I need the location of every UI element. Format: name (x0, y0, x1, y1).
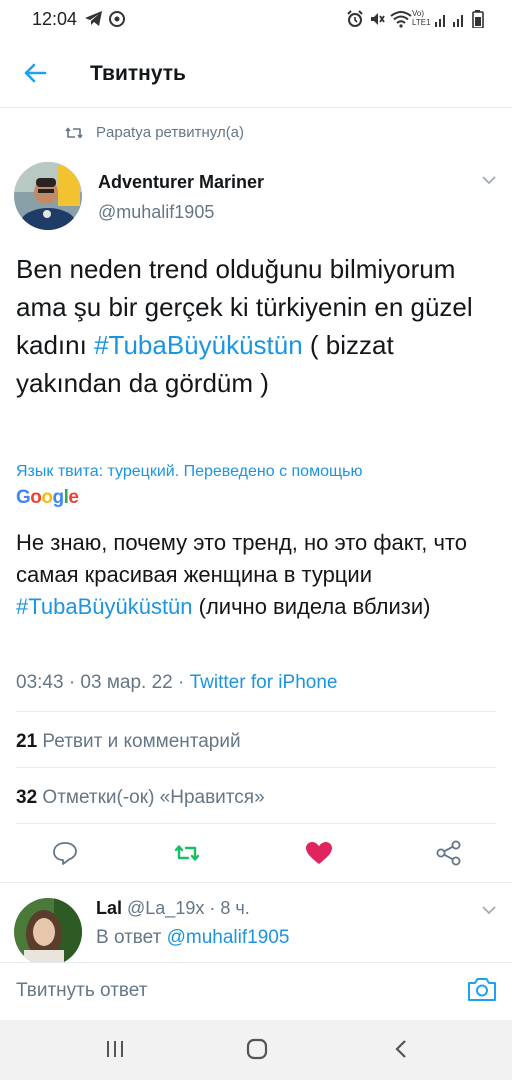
battery-icon (472, 10, 484, 28)
share-icon[interactable] (434, 838, 464, 868)
comment-icon[interactable] (50, 838, 80, 868)
retweets-label: Ретвит и комментарий (42, 731, 241, 752)
arrow-left-icon[interactable] (18, 56, 52, 90)
status-time: 12:04 (32, 9, 78, 29)
tweet-meta: 03:43 · 03 мар. 22 · Twitter for iPhone (16, 672, 337, 694)
likes-label: Отметки(-ок) «Нравится» (42, 787, 265, 808)
back-nav-icon[interactable] (390, 1037, 412, 1061)
likes-stat[interactable]: 32 Отметки(-ок) «Нравится» (16, 787, 265, 809)
author-handle[interactable]: @muhalif1905 (98, 202, 214, 223)
mute-icon (371, 13, 385, 25)
heart-icon[interactable] (304, 838, 334, 868)
signal-icon-2 (453, 15, 463, 27)
reply-to: В ответ @muhalif1905 (96, 927, 289, 949)
reply-author-meta: @La_19x · 8 ч. (122, 898, 250, 918)
page-title: Твитнуть (90, 62, 186, 85)
translation-info[interactable]: Язык твита: турецкий. Переведено с помощ… (16, 463, 362, 481)
signal-icon-1 (435, 15, 445, 27)
reply-author-name: Lal (96, 898, 123, 918)
retweet-icon[interactable] (172, 838, 202, 868)
divider (0, 882, 512, 883)
tweet-text: Ben neden trend olduğunu bilmiyorum ama … (16, 250, 496, 402)
divider (16, 711, 496, 712)
reply-input[interactable]: Твитнуть ответ (16, 980, 147, 1002)
divider (16, 767, 496, 768)
translated-text-start: Не знаю, почему это тренд, но это факт, … (16, 530, 467, 587)
reply-prefix: В ответ (96, 927, 167, 948)
tweet-source-link[interactable]: Twitter for iPhone (190, 672, 338, 693)
author-avatar[interactable] (14, 162, 82, 230)
author-name[interactable]: Adventurer Mariner (98, 172, 264, 193)
hashtag-link[interactable]: #TubaBüyüküstün (94, 330, 303, 360)
system-nav-bar (0, 1020, 512, 1080)
wifi-icon (390, 11, 412, 28)
chevron-down-icon[interactable] (478, 170, 500, 190)
reply-handle-link[interactable]: @muhalif1905 (167, 927, 290, 948)
camera-icon[interactable] (466, 974, 498, 1004)
reply-avatar-image (14, 898, 82, 966)
translated-text: Не знаю, почему это тренд, но это факт, … (16, 527, 496, 623)
author-avatar-image (14, 162, 82, 230)
retweets-count: 21 (16, 731, 38, 752)
recent-apps-icon[interactable] (104, 1038, 126, 1060)
translated-hashtag-link[interactable]: #TubaBüyüküstün (16, 594, 193, 619)
reply-author[interactable]: Lal @La_19x · 8 ч. (96, 898, 250, 919)
chevron-down-icon[interactable] (478, 900, 500, 920)
tweet-timestamp: 03:43 · 03 мар. 22 · (16, 672, 190, 693)
likes-count: 32 (16, 787, 38, 808)
notification-icon (109, 11, 125, 27)
reply-avatar[interactable] (14, 898, 82, 966)
app-header: Твитнуть (0, 38, 512, 108)
network-label: Vo) LTE1 (412, 9, 431, 27)
translated-text-end: (лично видела вблизи) (192, 594, 431, 619)
home-icon[interactable] (244, 1036, 270, 1062)
divider (16, 823, 496, 824)
retweets-stat[interactable]: 21 Ретвит и комментарий (16, 731, 241, 753)
google-logo: Google (16, 487, 79, 508)
status-bar: 12:04 Vo) LTE1 (0, 0, 512, 38)
retweeted-by-label[interactable]: Papatya ретвитнул(а) (96, 124, 244, 141)
alarm-icon (347, 10, 363, 27)
retweet-icon (65, 127, 83, 139)
telegram-icon (85, 11, 102, 26)
